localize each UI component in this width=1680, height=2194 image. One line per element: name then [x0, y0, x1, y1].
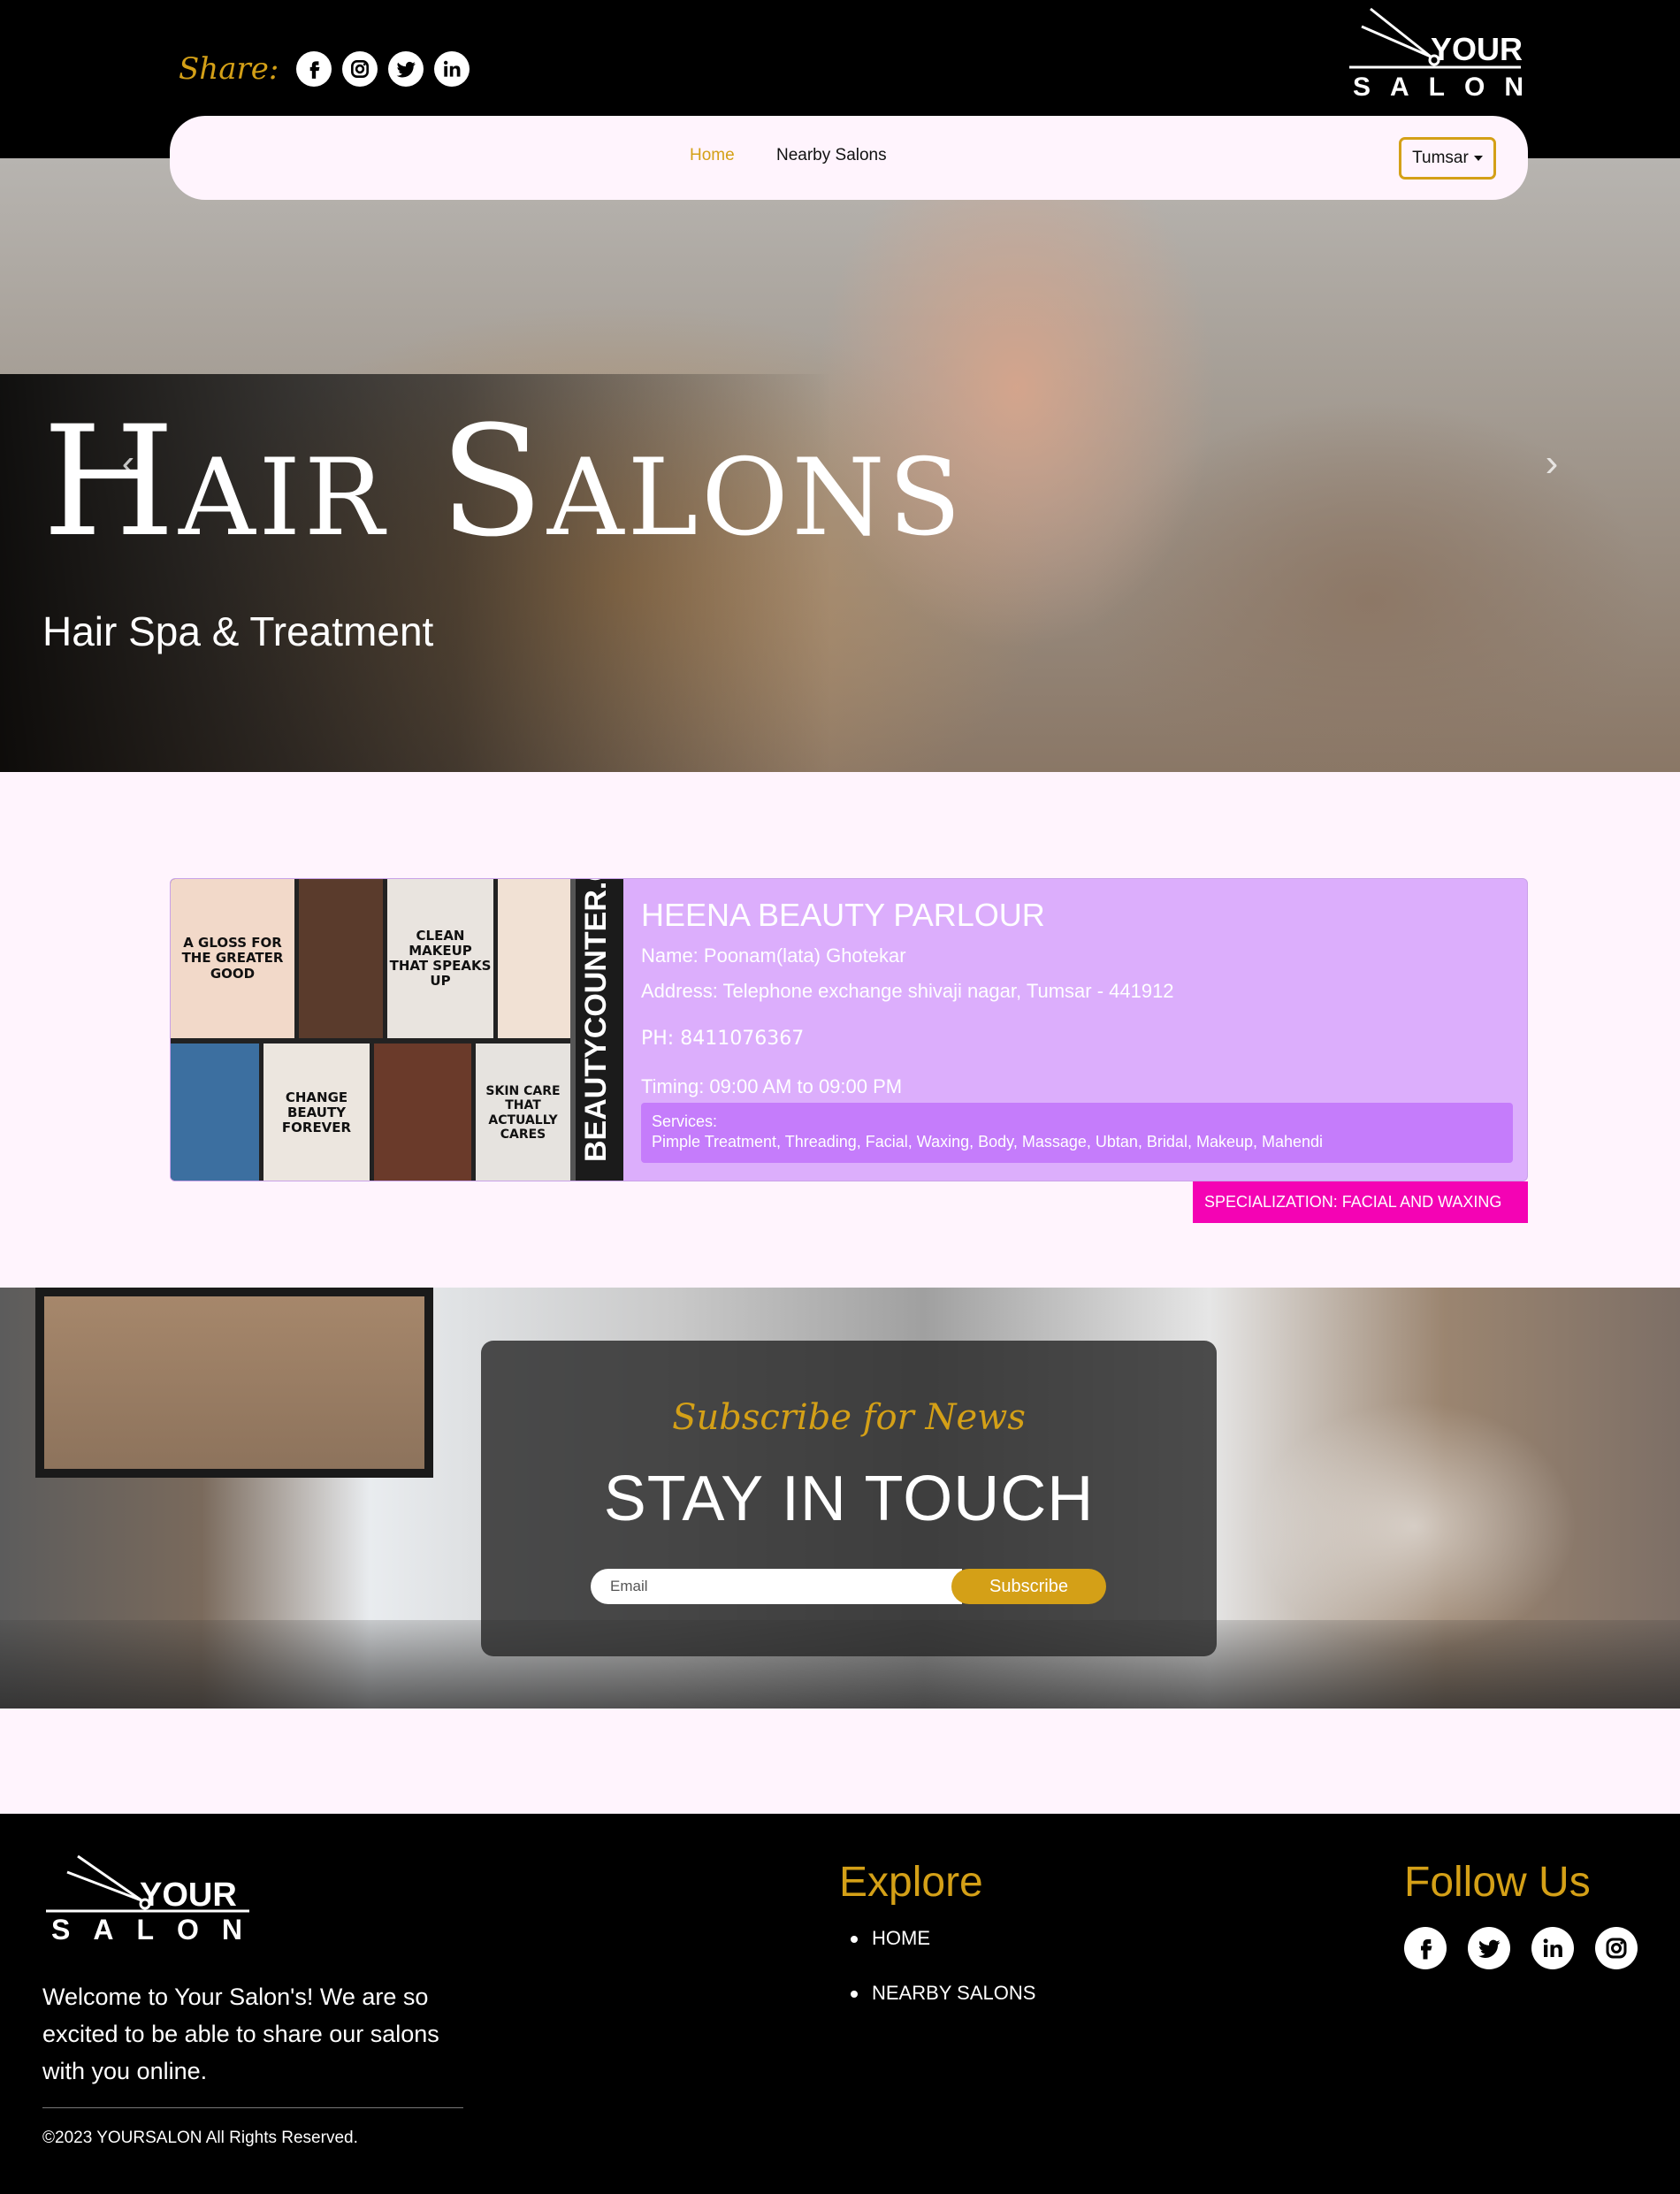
salon-timing: Timing: 09:00 AM to 09:00 PM — [641, 1075, 903, 1097]
poster-portrait-2 — [498, 879, 570, 1038]
poster-skin-care: SKIN CARE THAT ACTUALLY CARES — [476, 1043, 570, 1181]
poster-portrait-1 — [299, 879, 383, 1038]
poster-gloss: A GLOSS FOR THE GREATER GOOD — [171, 879, 294, 1038]
footer-copyright: ©2023 YOURSALON All Rights Reserved. — [42, 2129, 358, 2147]
logo-text-top: YOUR — [1431, 31, 1523, 67]
footer-explore-links: HOME NEARBY SALONS — [851, 1927, 1035, 2037]
footer-link-nearby-salons[interactable]: NEARBY SALONS — [851, 1982, 1035, 2005]
footer-welcome-text: Welcome to Your Salon's! We are so excit… — [42, 1984, 439, 2084]
logo-text-bottom: SALON — [1353, 73, 1530, 101]
salon-owner-name: Name: Poonam(lata) Ghotekar — [641, 944, 906, 967]
chevron-right-icon[interactable]: › — [1539, 441, 1565, 485]
twitter-icon[interactable] — [1468, 1927, 1510, 1969]
poster-change-beauty: CHANGE BEAUTY FOREVER — [263, 1043, 370, 1181]
poster-portrait-3 — [171, 1043, 259, 1181]
city-dropdown[interactable]: Tumsar — [1399, 137, 1496, 180]
poster-side-text: BEAUTYCOUNTER.COM — [579, 879, 613, 1162]
salon-address: Address: Telephone exchange shivaji naga… — [641, 980, 1174, 1002]
footer-divider — [42, 2107, 463, 2108]
footer-explore-heading: Explore — [839, 1859, 983, 1906]
salon-services-box: Services: Pimple Treatment, Threading, F… — [641, 1103, 1513, 1163]
poster-clean-makeup: CLEAN MAKEUP THAT SPEAKS UP — [387, 879, 493, 1038]
footer-logo-text-bottom: SALON — [51, 1914, 255, 1943]
specialization-badge: SPECIALIZATION: FACIAL AND WAXING — [1193, 1181, 1528, 1223]
salon-background-image — [35, 1288, 433, 1478]
caret-down-icon — [1473, 156, 1483, 161]
salon-card-image: A GLOSS FOR THE GREATER GOOD CLEAN MAKEU… — [171, 879, 623, 1181]
linkedin-icon[interactable] — [1531, 1927, 1574, 1969]
subscribe-button[interactable]: Subscribe — [951, 1569, 1106, 1604]
poster-side-banner: BEAUTYCOUNTER.COM — [570, 879, 623, 1181]
email-input[interactable]: Email — [591, 1569, 962, 1604]
footer: YOUR SALON Welcome to Your Salon's! We a… — [0, 1814, 1680, 2194]
facebook-icon[interactable] — [296, 51, 332, 87]
site-logo[interactable]: YOUR SALON — [1344, 5, 1530, 102]
poster-portrait-4 — [374, 1043, 471, 1181]
subscribe-script-heading: Subscribe for News — [672, 1397, 1026, 1438]
hero-title: Hair Salons — [42, 393, 965, 570]
hero-subtitle: Hair Spa & Treatment — [42, 608, 434, 654]
main-navbar: Home Nearby Salons Tumsar — [170, 116, 1528, 200]
salon-card-body: HEENA BEAUTY PARLOUR Name: Poonam(lata) … — [641, 879, 1516, 1181]
facebook-icon[interactable] — [1404, 1927, 1447, 1969]
salon-card[interactable]: A GLOSS FOR THE GREATER GOOD CLEAN MAKEU… — [170, 878, 1528, 1181]
hero-carousel: Hair Salons Hair Spa & Treatment ‹ › — [0, 158, 1680, 772]
instagram-icon[interactable] — [1595, 1927, 1638, 1969]
linkedin-icon[interactable] — [434, 51, 470, 87]
nav-link-home[interactable]: Home — [690, 146, 735, 165]
share-label: Share: — [179, 51, 279, 87]
footer-social-icons — [1404, 1927, 1638, 1969]
footer-follow-heading: Follow Us — [1404, 1859, 1591, 1906]
subscribe-section: Subscribe for News STAY IN TOUCH Email S… — [0, 1288, 1680, 1709]
subscribe-panel: Subscribe for News STAY IN TOUCH Email S… — [481, 1341, 1217, 1656]
salon-phone: PH: 8411076367 — [641, 1028, 805, 1050]
instagram-icon[interactable] — [342, 51, 378, 87]
chevron-left-icon[interactable]: ‹ — [115, 441, 141, 485]
footer-link-home[interactable]: HOME — [851, 1927, 1035, 1950]
services-label: Services: — [652, 1112, 718, 1130]
city-dropdown-value: Tumsar — [1412, 149, 1469, 167]
twitter-icon[interactable] — [388, 51, 424, 87]
footer-logo-text-top: YOUR — [140, 1877, 237, 1914]
services-list: Pimple Treatment, Threading, Facial, Wax… — [652, 1133, 1324, 1151]
footer-logo[interactable]: YOUR SALON — [42, 1854, 255, 1946]
share-bar: Share: — [179, 51, 470, 87]
salon-title: HEENA BEAUTY PARLOUR — [641, 897, 1045, 933]
subscribe-title: STAY IN TOUCH — [603, 1464, 1095, 1534]
nav-link-nearby-salons[interactable]: Nearby Salons — [776, 146, 887, 165]
